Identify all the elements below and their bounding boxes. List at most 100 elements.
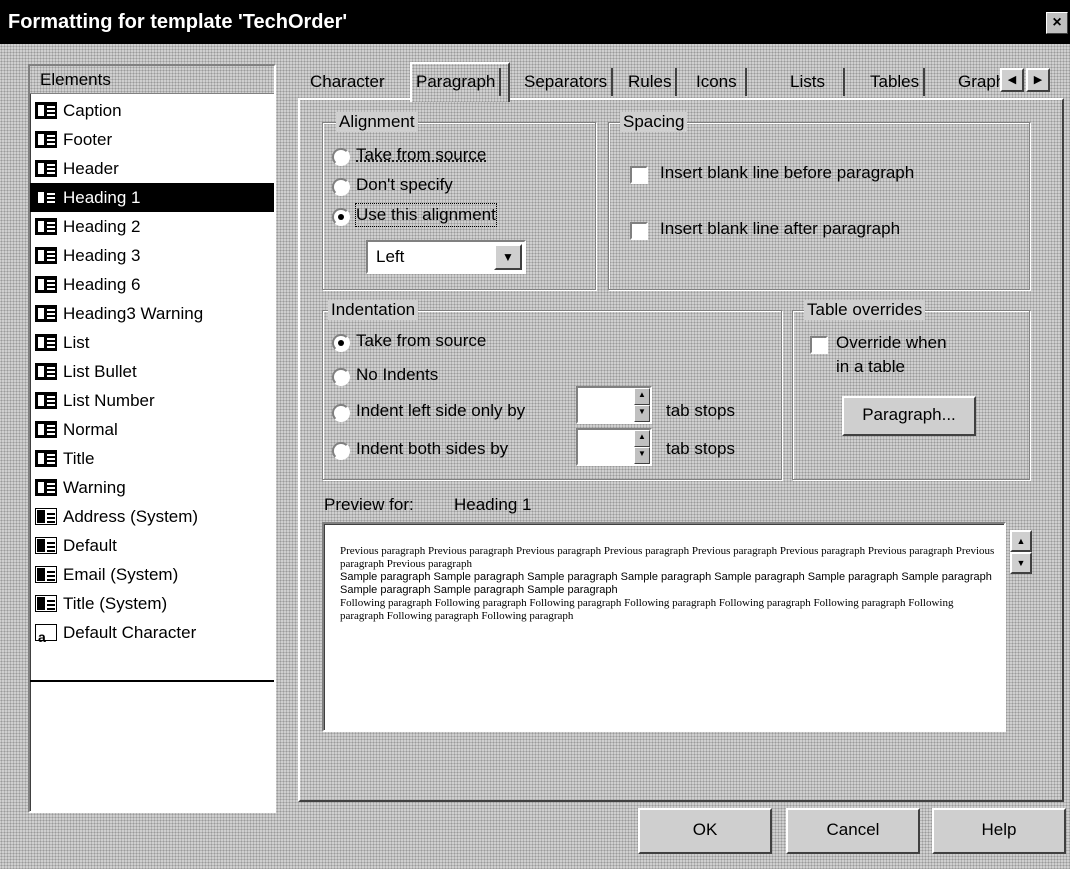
tab-icons[interactable]: Icons	[696, 68, 747, 96]
element-list-item-label: Email (System)	[63, 565, 179, 584]
tab-character[interactable]: Character	[310, 68, 385, 96]
preview-following-paragraph: Following paragraph Following paragraph …	[340, 597, 954, 622]
element-list-item[interactable]: Header	[30, 154, 274, 183]
preview-previous-paragraph: Previous paragraph Previous paragraph Pr…	[340, 545, 995, 570]
tab-tables[interactable]: Tables	[870, 68, 926, 96]
preview-scroll-up-icon[interactable]: ▲	[1010, 530, 1032, 552]
tab-paragraph[interactable]: Paragraph	[416, 68, 502, 96]
align-dont-specify-radio[interactable]	[332, 178, 350, 196]
element-list-item[interactable]: Default	[30, 531, 274, 560]
element-list-item-label: Normal	[63, 420, 118, 439]
indent-both-label: Indent both sides by	[356, 439, 509, 458]
paragraph-style-icon	[35, 276, 57, 293]
tab-scroll-left-icon[interactable]: ◀	[1000, 68, 1024, 92]
element-list-item[interactable]: List Number	[30, 386, 274, 415]
ok-button[interactable]: OK	[638, 808, 772, 854]
indent-take-from-source-label: Take from source	[356, 331, 487, 350]
element-list-item[interactable]: Heading3 Warning	[30, 299, 274, 328]
element-list-item-label: Warning	[63, 478, 126, 497]
align-use-this-alignment-label: Use this alignment	[355, 203, 497, 227]
align-take-from-source-radio[interactable]	[332, 148, 350, 166]
element-list-item[interactable]: Title	[30, 444, 274, 473]
indent-left-radio[interactable]	[332, 404, 350, 422]
element-list-item-label: Title	[63, 449, 95, 468]
window-title: Formatting for template 'TechOrder'	[8, 11, 348, 33]
element-list-item[interactable]: List Bullet	[30, 357, 274, 386]
paragraph-style-icon	[35, 363, 57, 380]
override-table-checkbox[interactable]	[810, 336, 828, 354]
title-bar: Formatting for template 'TechOrder' ×	[0, 0, 1070, 44]
chevron-down-icon[interactable]: ▼	[494, 244, 522, 270]
indent-take-from-source-radio[interactable]	[332, 334, 350, 352]
element-list-item[interactable]: Warning	[30, 473, 274, 502]
table-overrides-label: Table overrides	[804, 300, 926, 320]
element-list-item[interactable]: Caption	[30, 96, 274, 125]
paragraph-style-icon	[35, 218, 57, 235]
element-list-item-label: Heading 2	[63, 217, 141, 236]
element-list-item[interactable]: List	[30, 328, 274, 357]
element-list-item-label: Heading 6	[63, 275, 141, 294]
list-divider	[30, 680, 274, 682]
spacing-group-label: Spacing	[620, 112, 688, 132]
stepper-up-icon[interactable]: ▲	[634, 388, 650, 405]
tab-graphics[interactable]: Graph	[958, 68, 1000, 96]
stepper-down-icon[interactable]: ▼	[634, 405, 650, 422]
close-icon[interactable]: ×	[1046, 12, 1068, 34]
element-list-item[interactable]: Email (System)	[30, 560, 274, 589]
spacing-group	[608, 122, 1030, 290]
insert-before-checkbox[interactable]	[630, 166, 648, 184]
element-list-item[interactable]: Default Character	[30, 618, 274, 652]
paragraph-style-icon	[35, 479, 57, 496]
element-list-item[interactable]: Title (System)	[30, 589, 274, 618]
cancel-button[interactable]: Cancel	[786, 808, 920, 854]
override-table-label-2: in a table	[836, 357, 905, 376]
align-use-this-alignment-radio[interactable]	[332, 208, 350, 226]
element-list-item[interactable]: Heading 3	[30, 241, 274, 270]
element-list-item[interactable]: Address (System)	[30, 502, 274, 531]
tab-scroll-right-icon[interactable]: ▶	[1026, 68, 1050, 92]
element-list-item-label: Heading 1	[63, 188, 141, 207]
indent-both-radio[interactable]	[332, 442, 350, 460]
alignment-dropdown[interactable]: Left ▼	[366, 240, 526, 274]
help-button[interactable]: Help	[932, 808, 1066, 854]
insert-after-checkbox[interactable]	[630, 222, 648, 240]
paragraph-style-icon	[35, 334, 57, 351]
element-list-item[interactable]: Heading 6	[30, 270, 274, 299]
paragraph-style-icon	[35, 189, 57, 206]
indent-both-stepper[interactable]: ▲ ▼	[576, 428, 652, 466]
preview-scroll-down-icon[interactable]: ▼	[1010, 552, 1032, 574]
preview-text: Previous paragraph Previous paragraph Pr…	[340, 545, 1000, 623]
indent-left-label: Indent left side only by	[356, 401, 526, 420]
paragraph-style-icon	[35, 102, 57, 119]
element-list-item[interactable]: Normal	[30, 415, 274, 444]
paragraph-style-icon	[35, 305, 57, 322]
element-list-item-label: Address (System)	[63, 507, 199, 526]
align-take-from-source-label: Take from source	[356, 145, 487, 164]
element-list-item-label: Default	[63, 536, 117, 555]
paragraph-style-icon	[35, 450, 57, 467]
paragraph-button[interactable]: Paragraph...	[842, 396, 976, 436]
override-table-label-1: Override when	[836, 333, 947, 352]
element-list-item-label: Default Character	[63, 623, 197, 642]
element-list-item[interactable]: Heading 2	[30, 212, 274, 241]
stepper-up-icon[interactable]: ▲	[634, 430, 650, 447]
element-list-item-label: Caption	[63, 101, 122, 120]
indent-left-unit: tab stops	[666, 401, 735, 420]
indent-left-stepper[interactable]: ▲ ▼	[576, 386, 652, 424]
tab-rules[interactable]: Rules	[628, 68, 678, 96]
no-indents-radio[interactable]	[332, 368, 350, 386]
element-list-item[interactable]: Heading 1	[30, 183, 274, 212]
elements-list[interactable]: Elements Caption Footer Header Heading 1 Hea…	[28, 64, 276, 813]
paragraph-style-icon	[35, 392, 57, 409]
character-style-icon	[35, 623, 57, 652]
element-list-item[interactable]: Footer	[30, 125, 274, 154]
element-list-item-label: Heading3 Warning	[63, 304, 204, 323]
indent-both-unit: tab stops	[666, 439, 735, 458]
stepper-down-icon[interactable]: ▼	[634, 447, 650, 464]
element-list-item-label: List	[63, 333, 90, 352]
tab-lists[interactable]: Lists	[790, 68, 845, 96]
tab-separators[interactable]: Separators	[524, 68, 614, 96]
paragraph-style-icon	[35, 247, 57, 264]
preview-sample-paragraph: Sample paragraph Sample paragraph Sample…	[340, 571, 992, 596]
alignment-dropdown-value: Left	[376, 247, 405, 266]
